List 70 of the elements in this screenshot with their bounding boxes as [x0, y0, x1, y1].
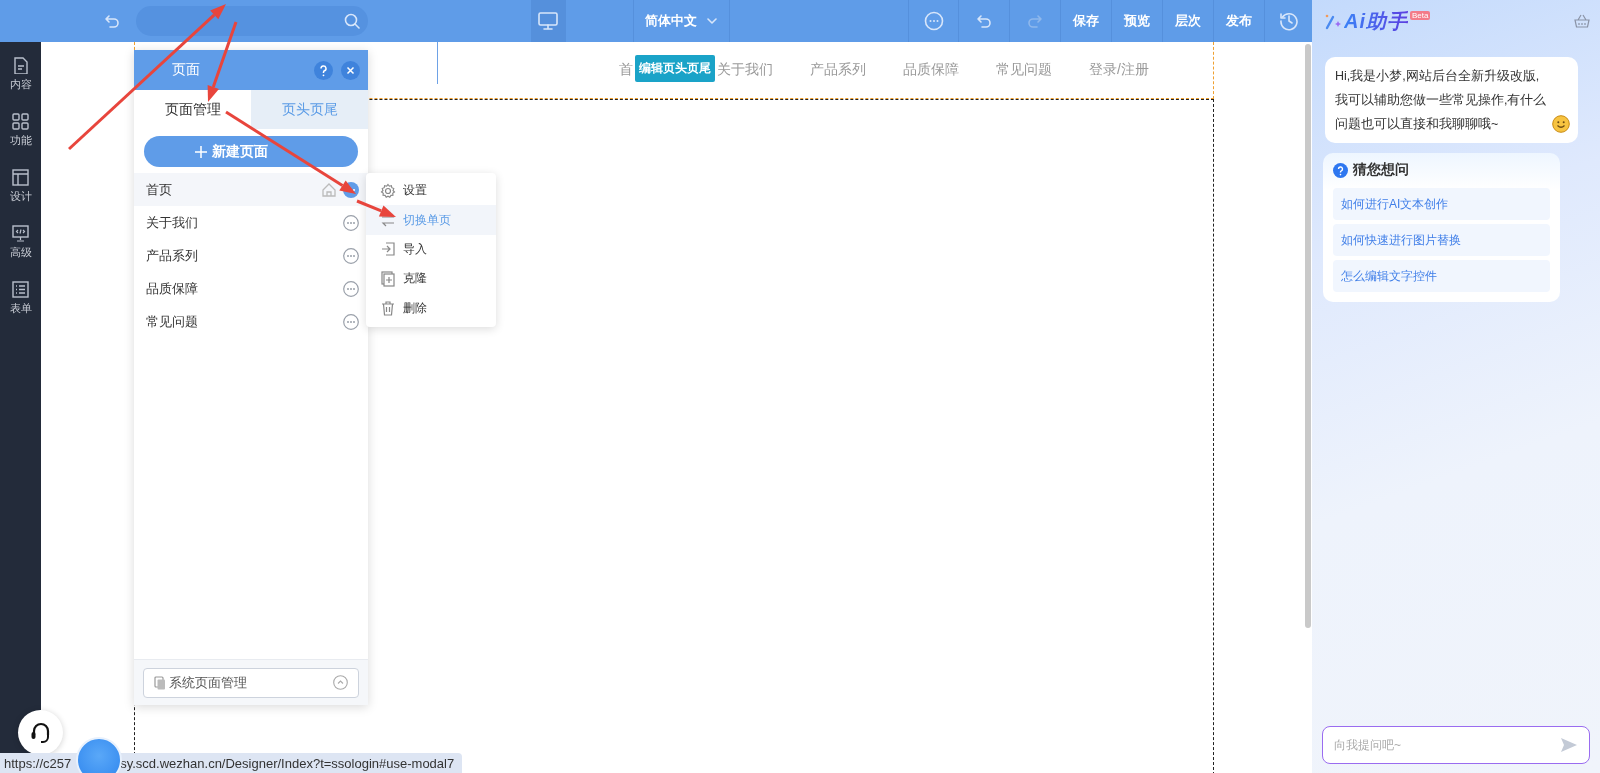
nav-link[interactable]: 登录/注册 — [1089, 61, 1149, 79]
more-icon[interactable] — [343, 247, 359, 264]
sidebar-item[interactable]: 高级 — [0, 214, 41, 270]
suggestion-item[interactable]: 如何快速进行图片替换 — [1333, 224, 1550, 256]
suggestion-item[interactable]: 如何进行AI文本创作 — [1333, 188, 1550, 220]
chat-input[interactable]: 向我提问吧~ — [1322, 726, 1590, 764]
page-list-item[interactable]: 常见问题 — [134, 305, 368, 338]
more-icon[interactable] — [343, 214, 359, 231]
greeting-text: Hi,我是小梦,网站后台全新升级改版,我可以辅助您做一些常见操作,有什么问题也可以直接和我聊聊哦~ — [1335, 68, 1548, 133]
sidebar-item[interactable]: 内容 — [0, 46, 41, 102]
suggestion-title: 猜您想问 — [1353, 161, 1409, 179]
search-icon[interactable] — [343, 13, 360, 29]
menu-item[interactable]: 导入 — [366, 234, 496, 265]
nav-link[interactable]: 品质保障 — [903, 61, 959, 79]
menu-item[interactable]: 删除 — [366, 293, 496, 323]
list-icon — [12, 280, 29, 298]
document-icon — [12, 56, 29, 74]
search-field[interactable] — [135, 6, 368, 36]
page-list-item[interactable]: 关于我们 — [134, 206, 368, 239]
sidebar-item[interactable]: 设计 — [0, 158, 41, 214]
plus-icon — [194, 144, 208, 159]
nav-link[interactable]: 关于我们 — [717, 61, 773, 79]
undo-icon[interactable] — [976, 14, 993, 28]
status-url: https://c257 — [4, 755, 72, 771]
sidebar-item[interactable]: 功能 — [0, 102, 41, 158]
sidebar-item[interactable]: 表单 — [0, 270, 41, 326]
new-page-button[interactable]: 新建页面 — [144, 136, 358, 167]
menu-item[interactable]: 设置 — [366, 176, 496, 206]
trash-icon — [380, 300, 396, 317]
help-icon[interactable] — [314, 60, 333, 80]
language-dropdown[interactable]: 简体中文 — [645, 12, 718, 30]
panel-title: 页面 — [172, 61, 201, 79]
page-list-item[interactable]: 产品系列 — [134, 239, 368, 272]
edit-header-badge[interactable]: 编辑页头页尾 — [635, 54, 715, 82]
copy-icon — [154, 675, 166, 690]
chevron-down-icon — [707, 18, 718, 24]
page-list-item[interactable]: 品质保障 — [134, 272, 368, 305]
import-icon — [380, 241, 396, 258]
page-list-item[interactable]: 首页 — [134, 173, 368, 206]
menu-item[interactable]: 切换单页 — [366, 205, 496, 235]
code-monitor-icon — [12, 224, 29, 242]
send-icon[interactable] — [1560, 737, 1578, 753]
gear-icon — [380, 182, 396, 199]
sparkle-wand-icon — [1324, 12, 1342, 30]
monitor-icon[interactable] — [538, 12, 559, 30]
nav-link[interactable]: 常见问题 — [996, 61, 1052, 79]
beta-badge: Beta — [1410, 11, 1431, 20]
headset-icon — [29, 720, 52, 745]
more-icon[interactable] — [343, 313, 359, 330]
clone-icon — [380, 270, 396, 287]
history-icon[interactable] — [1278, 11, 1299, 31]
nav-link[interactable]: 首 — [619, 61, 633, 79]
scrollbar-thumb[interactable] — [1305, 44, 1311, 628]
redo-icon[interactable] — [1027, 14, 1044, 28]
chevron-up-icon — [333, 675, 348, 690]
basket-icon[interactable] — [1574, 14, 1590, 28]
status-url: sy.scd.wezhan.cn/Designer/Index?t=ssologin#use-modal7 — [120, 755, 455, 771]
panel-tab[interactable]: 页头页尾 — [251, 90, 368, 129]
suggestion-item[interactable]: 怎么编辑文字控件 — [1333, 260, 1550, 292]
more-icon[interactable] — [343, 280, 359, 297]
system-pages-button[interactable]: 系统页面管理 — [143, 667, 359, 698]
nav-link[interactable]: 产品系列 — [810, 61, 866, 79]
undo-icon[interactable] — [103, 14, 120, 28]
smiley-icon — [1552, 115, 1570, 133]
annotation-arrow — [356, 199, 396, 217]
help-icon — [1333, 162, 1348, 178]
grid-icon — [12, 112, 29, 130]
close-icon[interactable] — [341, 60, 360, 80]
layout-icon — [12, 168, 29, 186]
menu-item[interactable]: 克隆 — [366, 264, 496, 294]
